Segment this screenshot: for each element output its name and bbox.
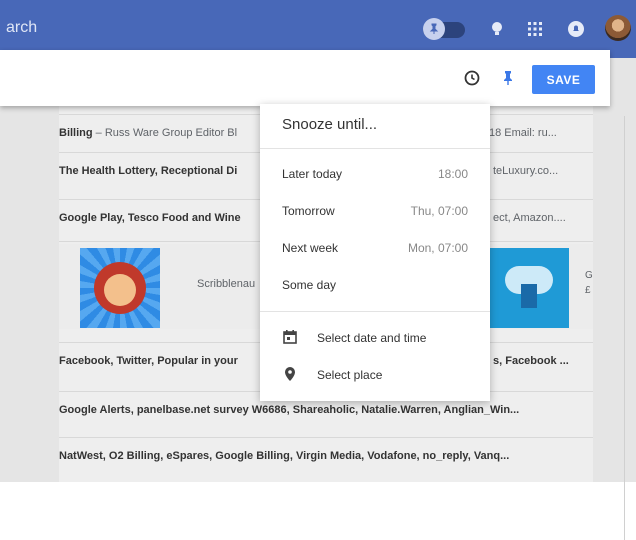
menu-item-label: Select place: [317, 368, 383, 382]
divider: [624, 116, 625, 540]
notifications-icon[interactable]: [566, 19, 586, 39]
row-snippet-tail: ect, Amazon....: [493, 212, 566, 224]
menu-item-time: Thu, 07:00: [410, 204, 468, 218]
apps-grid-icon[interactable]: [525, 19, 545, 39]
menu-item-some-day[interactable]: Some day: [260, 267, 490, 304]
row-sender: NatWest, O2 Billing, eSpares, Google Bil…: [59, 450, 510, 462]
card-title: Scribblenau: [197, 278, 256, 290]
scribblenauts-image: [80, 248, 160, 328]
card-side-text-2: £: [585, 285, 591, 296]
download-arrow: [521, 284, 537, 308]
menu-item-label: Later today: [282, 167, 343, 181]
menu-item-label: Tomorrow: [282, 204, 335, 218]
calendar-icon: [281, 328, 299, 346]
character-face: [104, 274, 136, 306]
row-snippet-tail: 18 Email: ru...: [489, 127, 557, 139]
place-pin-icon: [281, 365, 299, 383]
pin-icon[interactable]: [423, 18, 445, 40]
divider: [260, 148, 490, 149]
row-sender: Google Play, Tesco Food and Wine: [59, 212, 241, 224]
row-snippet-tail: s, Facebook ...: [493, 355, 569, 367]
divider: [260, 311, 490, 312]
menu-item-label: Select date and time: [317, 331, 427, 345]
snooze-menu: Snooze until... Later today 18:00 Tomorr…: [260, 104, 490, 401]
menu-item-label: Next week: [282, 241, 339, 255]
avatar[interactable]: [605, 15, 631, 41]
snooze-clock-icon[interactable]: [463, 69, 481, 87]
menu-item-select-date-time[interactable]: Select date and time: [260, 320, 490, 357]
menu-item-tomorrow[interactable]: Tomorrow Thu, 07:00: [260, 193, 490, 230]
search-input[interactable]: arch: [6, 19, 37, 37]
menu-item-time: 18:00: [437, 167, 468, 181]
menu-title: Snooze until...: [282, 116, 378, 133]
row-sender: Facebook, Twitter, Popular in your: [59, 355, 238, 367]
row-snippet: – Russ Ware Group Editor Bl: [92, 127, 238, 139]
menu-item-later-today[interactable]: Later today 18:00: [260, 156, 490, 193]
row-sender: The Health Lottery, Receptional Di: [59, 165, 238, 177]
menu-item-time: Mon, 07:00: [407, 241, 468, 255]
cloud-download-image: [489, 248, 569, 328]
menu-item-label: Some day: [282, 278, 337, 292]
row-snippet-tail: teLuxury.co...: [493, 165, 559, 177]
edit-toolbar: [0, 50, 610, 106]
menu-item-select-place[interactable]: Select place: [260, 357, 490, 394]
save-button[interactable]: SAVE: [532, 65, 595, 94]
row-sender: Google Alerts, panelbase.net survey W668…: [59, 404, 520, 416]
table-row[interactable]: NatWest, O2 Billing, eSpares, Google Bil…: [59, 437, 593, 474]
row-sender: Billing: [59, 127, 93, 139]
bulb-icon[interactable]: [487, 19, 507, 39]
menu-item-next-week[interactable]: Next week Mon, 07:00: [260, 230, 490, 267]
pin-icon[interactable]: [498, 68, 518, 88]
card-side-text-1: G: [585, 270, 593, 281]
